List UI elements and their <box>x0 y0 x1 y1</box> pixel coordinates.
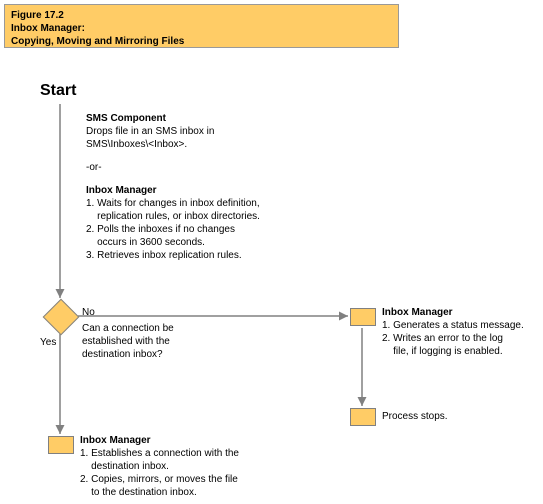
yes-label: Yes <box>40 336 56 349</box>
start-label: Start <box>40 82 76 100</box>
yes-branch-text: Inbox Manager 1. Establishes a connectio… <box>80 434 239 499</box>
figure-number: Figure 17.2 <box>11 9 392 22</box>
no-branch-text: Inbox Manager 1. Generates a status mess… <box>382 306 524 358</box>
no-branch-l2: 2. Writes an error to the log <box>382 332 524 345</box>
yes-branch-l2: 2. Copies, mirrors, or moves the file <box>80 473 239 486</box>
no-branch-l2b: file, if logging is enabled. <box>382 345 524 358</box>
yes-branch-l1: 1. Establishes a connection with the <box>80 447 239 460</box>
figure-title: Inbox Manager: <box>11 22 392 35</box>
flowchart-connectors <box>0 0 543 504</box>
sms-component-line2: SMS\Inboxes\<Inbox>. <box>86 138 260 151</box>
sms-component-heading: SMS Component <box>86 112 260 125</box>
inbox-manager-heading-2: Inbox Manager <box>382 306 524 319</box>
decision-question: Can a connection be established with the… <box>82 322 174 361</box>
sms-component-line1: Drops file in an SMS inbox in <box>86 125 260 138</box>
no-branch-node <box>350 308 376 326</box>
step1-b3: 3. Retrieves inbox replication rules. <box>86 249 260 262</box>
decision-diamond <box>43 299 80 336</box>
no-branch-l1: 1. Generates a status message. <box>382 319 524 332</box>
figure-subtitle: Copying, Moving and Mirroring Files <box>11 35 392 48</box>
step1-b1b: replication rules, or inbox directories. <box>86 210 260 223</box>
step1-b2: 2. Polls the inboxes if no changes <box>86 223 260 236</box>
inbox-manager-heading-3: Inbox Manager <box>80 434 239 447</box>
yes-branch-node <box>48 436 74 454</box>
figure-header: Figure 17.2 Inbox Manager: Copying, Movi… <box>4 4 399 48</box>
step1-block: SMS Component Drops file in an SMS inbox… <box>86 112 260 262</box>
or-separator: -or- <box>86 161 260 174</box>
decision-q3: destination inbox? <box>82 348 174 361</box>
yes-branch-l2b: to the destination inbox. <box>80 486 239 499</box>
no-label: No <box>82 306 95 319</box>
inbox-manager-heading-1: Inbox Manager <box>86 184 260 197</box>
decision-q2: established with the <box>82 335 174 348</box>
decision-q1: Can a connection be <box>82 322 174 335</box>
step1-b2b: occurs in 3600 seconds. <box>86 236 260 249</box>
process-stops-label: Process stops. <box>382 410 448 423</box>
step1-b1: 1. Waits for changes in inbox definition… <box>86 197 260 210</box>
process-stops-node <box>350 408 376 426</box>
yes-branch-l1b: destination inbox. <box>80 460 239 473</box>
